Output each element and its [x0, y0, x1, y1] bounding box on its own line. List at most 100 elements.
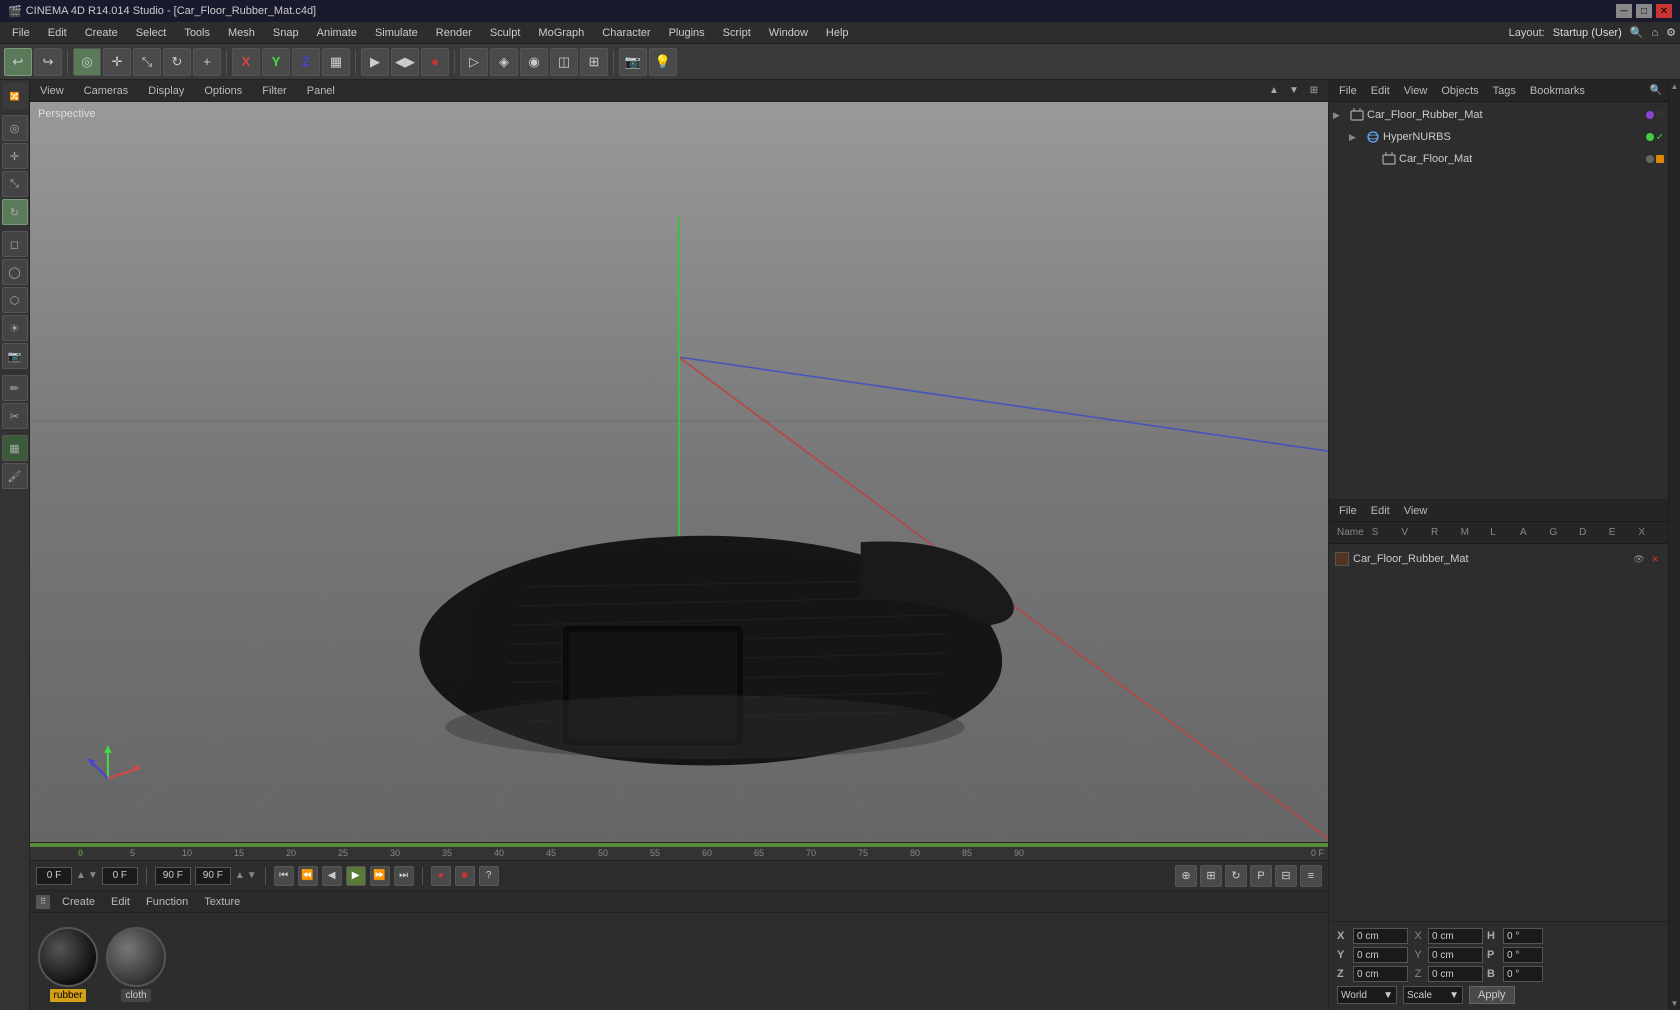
obj-dot-green-2[interactable] [1646, 133, 1654, 141]
coord-x-pos[interactable] [1353, 928, 1408, 944]
menu-help[interactable]: Help [818, 25, 857, 41]
menu-tools[interactable]: Tools [176, 25, 218, 41]
add-object-button[interactable]: + [193, 48, 221, 76]
end-frame-input[interactable] [155, 867, 191, 885]
layout-value[interactable]: Startup (User) [1553, 27, 1622, 39]
object-mode-button[interactable]: ◫ [550, 48, 578, 76]
render-to-po-button[interactable]: ▦ [322, 48, 350, 76]
camera-button[interactable]: 📷 [619, 48, 647, 76]
sidebar-grid-icon[interactable]: ▦ [2, 435, 28, 461]
vp-menu-cameras[interactable]: Cameras [80, 83, 133, 99]
vp-menu-view[interactable]: View [36, 83, 68, 99]
obj-menu-objects[interactable]: Objects [1437, 83, 1482, 99]
coord-x-size[interactable] [1428, 928, 1483, 944]
maximize-button[interactable]: □ [1636, 4, 1652, 18]
obj-menu-bookmarks[interactable]: Bookmarks [1526, 83, 1589, 99]
search-icon[interactable]: 🔍 [1630, 26, 1644, 39]
sidebar-knife-icon[interactable]: ✂ [2, 403, 28, 429]
vp-icon-1[interactable]: ▲ [1266, 83, 1282, 99]
strip-bottom-arrow[interactable]: ▼ [1671, 997, 1679, 1010]
sidebar-scale-icon[interactable]: ⤡ [2, 171, 28, 197]
home-icon[interactable]: ⌂ [1651, 27, 1658, 39]
start-frame-input[interactable] [36, 867, 72, 885]
menu-create[interactable]: Create [77, 25, 126, 41]
coord-h-val[interactable] [1503, 928, 1543, 944]
mode-btn-4[interactable]: P [1250, 865, 1272, 887]
menu-file[interactable]: File [4, 25, 38, 41]
apply-button[interactable]: Apply [1469, 986, 1515, 1004]
y-axis-button[interactable]: Y [262, 48, 290, 76]
minimize-button[interactable]: ─ [1616, 4, 1632, 18]
obj-menu-tags[interactable]: Tags [1489, 83, 1520, 99]
vp-icon-3[interactable]: ⊞ [1306, 83, 1322, 99]
light-button[interactable]: 💡 [649, 48, 677, 76]
record-button[interactable]: ● [431, 866, 451, 886]
mat-icon-eye[interactable]: 👁 [1632, 552, 1646, 566]
menu-plugins[interactable]: Plugins [661, 25, 713, 41]
rotate-button[interactable]: ↻ [163, 48, 191, 76]
sidebar-sphere-icon[interactable]: ◯ [2, 259, 28, 285]
record-button[interactable]: ● [421, 48, 449, 76]
vp-icon-2[interactable]: ▼ [1286, 83, 1302, 99]
scale-dropdown[interactable]: Scale ▼ [1403, 986, 1463, 1004]
sidebar-move-icon[interactable]: ✛ [2, 143, 28, 169]
point-mode-button[interactable]: ◉ [520, 48, 548, 76]
goto-end-button[interactable]: ⏭ [394, 866, 414, 886]
strip-top-arrow[interactable]: ▲ [1671, 80, 1679, 93]
menu-select[interactable]: Select [128, 25, 175, 41]
auto-key-button[interactable]: ? [479, 866, 499, 886]
me-menu-view[interactable]: View [1400, 503, 1432, 519]
obj-expand-3[interactable]: ▶ [1365, 154, 1379, 165]
edge-mode-button[interactable]: ◈ [490, 48, 518, 76]
vp-menu-options[interactable]: Options [200, 83, 246, 99]
z-axis-button[interactable]: Z [292, 48, 320, 76]
current-frame-input[interactable] [102, 867, 138, 885]
coord-z-pos[interactable] [1353, 966, 1408, 982]
mode-btn-6[interactable]: ≡ [1300, 865, 1322, 887]
mat-menu-create[interactable]: Create [58, 894, 99, 910]
play-back-button[interactable]: ◀ [322, 866, 342, 886]
menu-mograph[interactable]: MoGraph [530, 25, 592, 41]
step-forward-button[interactable]: ⏩ [370, 866, 390, 886]
sidebar-light-icon[interactable]: ☀ [2, 315, 28, 341]
viewport-canvas[interactable]: Perspective [30, 102, 1328, 842]
play-forward-button[interactable]: ▶ [346, 866, 366, 886]
coord-z-size[interactable] [1428, 966, 1483, 982]
mode-btn-3[interactable]: ↻ [1225, 865, 1247, 887]
obj-row-car-floor-mat[interactable]: ▶ Car_Floor_Mat [1329, 148, 1668, 170]
sidebar-cube-icon[interactable]: ◻ [2, 231, 28, 257]
world-dropdown[interactable]: World ▼ [1337, 986, 1397, 1004]
gear-icon[interactable]: ⚙ [1666, 26, 1676, 39]
vp-menu-filter[interactable]: Filter [258, 83, 290, 99]
obj-expand-2[interactable]: ▶ [1349, 132, 1363, 143]
sidebar-cylinder-icon[interactable]: ⬡ [2, 287, 28, 313]
close-button[interactable]: ✕ [1656, 4, 1672, 18]
play-back-button[interactable]: ◀▶ [391, 48, 419, 76]
menu-character[interactable]: Character [594, 25, 658, 41]
timeline[interactable]: 0 5 10 15 20 25 30 35 40 45 50 55 60 65 … [30, 842, 1328, 860]
obj-row-car-floor-rubber-mat[interactable]: ▶ Car_Floor_Rubber_Mat [1329, 104, 1668, 126]
vp-menu-display[interactable]: Display [144, 83, 188, 99]
menu-mesh[interactable]: Mesh [220, 25, 263, 41]
grid-button[interactable]: ⊞ [580, 48, 608, 76]
menu-render[interactable]: Render [428, 25, 480, 41]
stop-record-button[interactable]: ■ [455, 866, 475, 886]
mat-icon-lock[interactable]: ✕ [1648, 552, 1662, 566]
sidebar-select-icon[interactable]: ◎ [2, 115, 28, 141]
mode-btn-1[interactable]: ⊕ [1175, 865, 1197, 887]
obj-dot-gray-3[interactable] [1646, 155, 1654, 163]
sidebar-camera-icon[interactable]: 📷 [2, 343, 28, 369]
mat-menu-function[interactable]: Function [142, 894, 192, 910]
fps-input[interactable] [195, 867, 231, 885]
coord-y-pos[interactable] [1353, 947, 1408, 963]
coord-b-val[interactable] [1503, 966, 1543, 982]
mode-btn-2[interactable]: ⊞ [1200, 865, 1222, 887]
undo-button[interactable]: ↩ [4, 48, 32, 76]
move-button[interactable]: ✛ [103, 48, 131, 76]
obj-menu-file[interactable]: File [1335, 83, 1361, 99]
scale-button[interactable]: ⤡ [133, 48, 161, 76]
material-cloth[interactable]: cloth [106, 927, 166, 1002]
menu-edit[interactable]: Edit [40, 25, 75, 41]
obj-menu-edit[interactable]: Edit [1367, 83, 1394, 99]
obj-dot-purple-1[interactable] [1646, 111, 1654, 119]
